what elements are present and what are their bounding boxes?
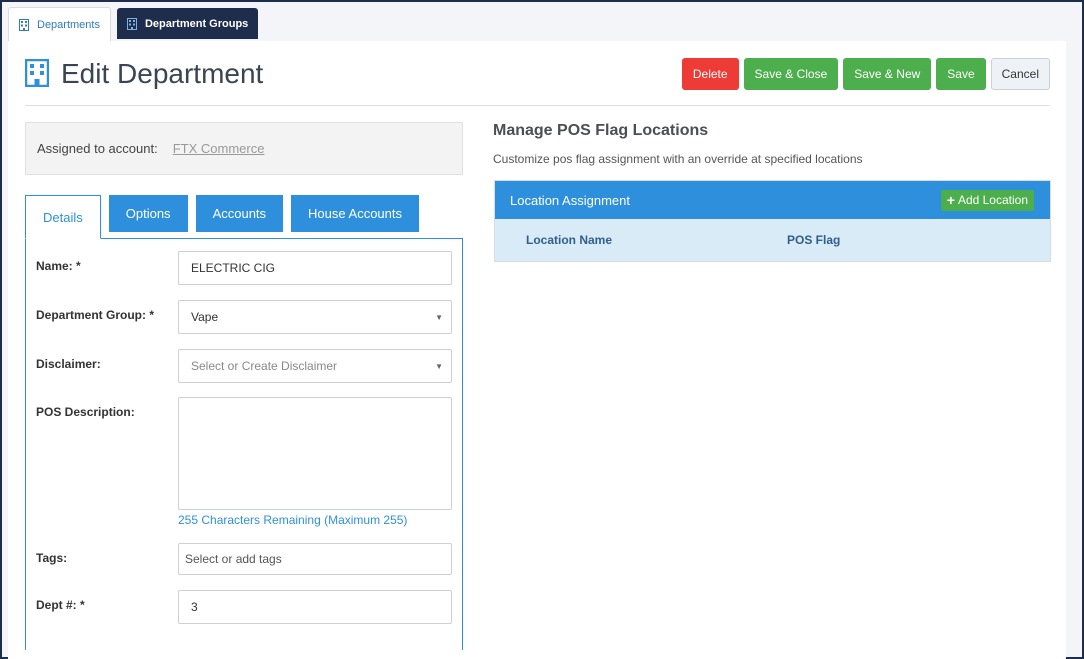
- location-table-title: Location Assignment: [510, 192, 630, 208]
- account-label: Assigned to account:: [37, 141, 158, 156]
- dept-number-field[interactable]: 3: [178, 590, 452, 624]
- save-new-button[interactable]: Save & New: [843, 58, 932, 90]
- main-panel: Edit Department Delete Save & Close Save…: [8, 41, 1066, 659]
- tags-label: Tags:: [36, 551, 68, 565]
- tab-accounts[interactable]: Accounts: [195, 195, 284, 232]
- chevron-down-icon: ▼: [435, 313, 443, 322]
- tab-departments-label: Departments: [37, 18, 100, 31]
- app-frame: Departments Department Groups Edit Depar…: [0, 0, 1084, 659]
- delete-button[interactable]: Delete: [681, 58, 739, 90]
- location-table-columns: Location Name POS Flag: [495, 219, 1050, 261]
- form-tab-bar: Details Options Accounts House Accounts: [25, 195, 419, 239]
- department-group-value: Vape: [191, 310, 219, 324]
- page-title: Edit Department: [24, 58, 264, 90]
- pos-flags-subtitle: Customize pos flag assignment with an ov…: [493, 152, 863, 166]
- column-pos-flag[interactable]: POS Flag: [787, 233, 840, 247]
- plus-icon: +: [946, 192, 955, 208]
- add-location-label: Add Location: [957, 193, 1028, 207]
- name-field[interactable]: ELECTRIC CIG: [178, 251, 452, 285]
- details-form: Name: * ELECTRIC CIG Department Group: *…: [25, 238, 463, 650]
- tags-input[interactable]: Select or add tags: [178, 543, 452, 575]
- group-label: Department Group: *: [36, 308, 155, 322]
- location-table-header: Location Assignment + Add Location: [495, 181, 1050, 219]
- account-box: Assigned to account: FTX Commerce: [25, 122, 463, 175]
- disclaimer-placeholder: Select or Create Disclaimer: [191, 359, 338, 373]
- pos-description-textarea[interactable]: [178, 397, 452, 510]
- location-assignment-table: Location Assignment + Add Location Locat…: [494, 180, 1051, 262]
- account-link[interactable]: FTX Commerce: [173, 141, 265, 156]
- building-icon: [126, 17, 137, 30]
- tab-house-accounts[interactable]: House Accounts: [291, 195, 419, 232]
- disclaimer-select[interactable]: Select or Create Disclaimer ▼: [178, 349, 452, 383]
- disclaimer-label: Disclaimer:: [36, 357, 101, 371]
- add-location-button[interactable]: + Add Location: [940, 189, 1034, 211]
- tab-options[interactable]: Options: [108, 195, 188, 232]
- toolbar: Delete Save & Close Save & New Save Canc…: [681, 58, 1050, 90]
- pos-description-label: POS Description:: [36, 405, 135, 419]
- tab-details[interactable]: Details: [25, 195, 101, 239]
- department-group-select[interactable]: Vape ▼: [178, 300, 452, 334]
- chevron-down-icon: ▼: [435, 362, 443, 371]
- name-label: Name: *: [36, 259, 81, 273]
- save-button[interactable]: Save: [936, 58, 986, 90]
- chars-remaining: 255 Characters Remaining (Maximum 255): [178, 513, 408, 527]
- dept-number-label: Dept #: *: [36, 598, 85, 612]
- divider: [25, 105, 1050, 106]
- tab-department-groups-label: Department Groups: [144, 17, 249, 30]
- page-title-text: Edit Department: [61, 58, 264, 89]
- top-tab-bar: Departments Department Groups: [8, 7, 259, 41]
- tab-departments[interactable]: Departments: [8, 7, 111, 41]
- building-icon: [19, 18, 29, 31]
- pos-flags-title: Manage POS Flag Locations: [493, 122, 709, 139]
- building-icon: [24, 58, 50, 90]
- cancel-button[interactable]: Cancel: [990, 58, 1050, 90]
- tab-department-groups[interactable]: Department Groups: [116, 8, 259, 39]
- column-location-name[interactable]: Location Name: [526, 233, 612, 247]
- save-close-button[interactable]: Save & Close: [743, 58, 839, 90]
